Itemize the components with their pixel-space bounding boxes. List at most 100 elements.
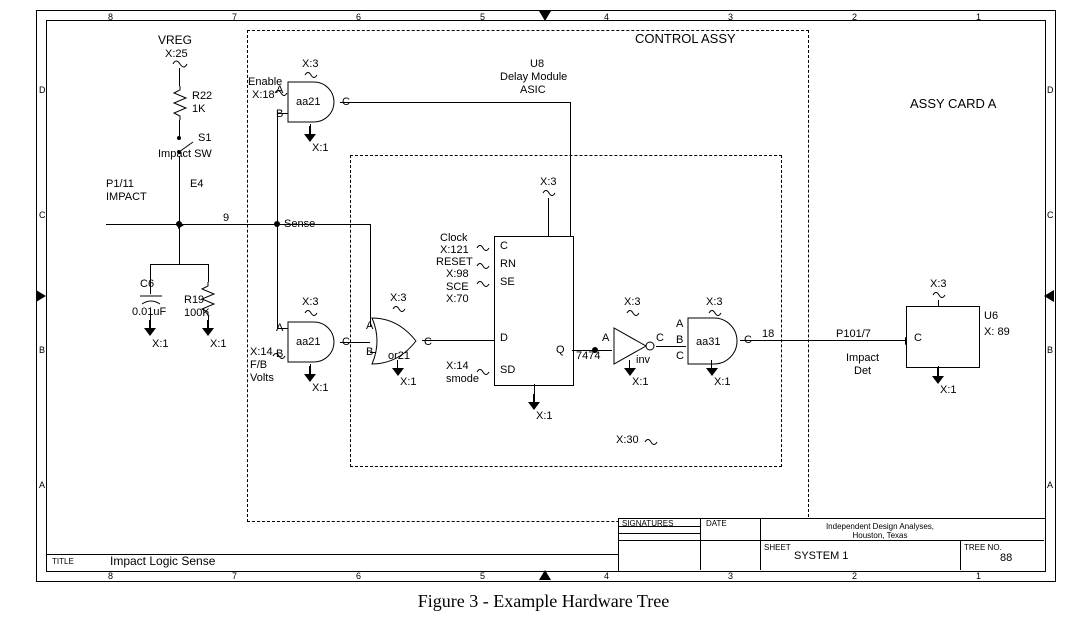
ff-clock-icon bbox=[476, 243, 490, 253]
marker-right bbox=[1044, 290, 1054, 302]
company: Independent Design Analyses, Houston, Te… bbox=[810, 522, 950, 540]
wire bbox=[182, 224, 277, 225]
wire bbox=[150, 308, 151, 328]
divider bbox=[618, 533, 700, 534]
title-lbl: TITLE bbox=[52, 557, 74, 566]
inv-a: A bbox=[602, 332, 609, 344]
impact-arrow bbox=[106, 224, 179, 225]
wire bbox=[422, 340, 494, 341]
wire-to-u6 bbox=[810, 340, 906, 341]
inv-name: inv bbox=[636, 354, 650, 366]
wire bbox=[548, 198, 549, 236]
ff-top-src-icon bbox=[542, 188, 556, 198]
ff-c: C bbox=[500, 240, 508, 252]
u6-x: X: 89 bbox=[984, 326, 1010, 338]
wire bbox=[208, 264, 209, 282]
u6-name: U6 bbox=[984, 310, 998, 322]
gate-mid-fb-icon bbox=[272, 351, 286, 361]
gate-mid-fbx: X:14 bbox=[250, 346, 273, 358]
gnd-r19 bbox=[202, 328, 214, 336]
p1017-label: P101/7 bbox=[836, 328, 871, 340]
control-assy-label: CONTROL ASSY bbox=[635, 33, 736, 45]
u6-src-icon bbox=[932, 290, 946, 300]
gate-aa21-top-name: aa21 bbox=[296, 96, 320, 108]
impact-det-1: Impact bbox=[846, 352, 879, 364]
gate-mid-fb2: Volts bbox=[250, 372, 274, 384]
wire bbox=[570, 187, 571, 236]
ruler-right-a: A bbox=[1047, 480, 1053, 491]
sheet-lbl: SHEET bbox=[764, 543, 791, 552]
wire bbox=[277, 224, 278, 328]
ruler-bot-4: 4 bbox=[604, 571, 609, 582]
ff-smode-icon bbox=[476, 367, 490, 377]
aa31-name: aa31 bbox=[696, 336, 720, 348]
or21-c: C bbox=[424, 336, 432, 348]
ff-q: Q bbox=[556, 344, 565, 356]
s1-name: S1 bbox=[198, 132, 211, 144]
ff-x30-icon bbox=[644, 437, 658, 447]
ruler-right-c: C bbox=[1047, 210, 1054, 221]
ruler-right-d: D bbox=[1047, 85, 1054, 96]
ff-clock: Clock bbox=[440, 232, 468, 244]
gnd-c6 bbox=[144, 328, 156, 336]
gate-top-x3: X:3 bbox=[302, 58, 319, 70]
treeno-val: 88 bbox=[1000, 552, 1012, 564]
title-text: Impact Logic Sense bbox=[110, 555, 215, 567]
or21-x1: X:1 bbox=[400, 376, 417, 388]
aa31-gnd bbox=[706, 368, 718, 376]
or21-x3: X:3 bbox=[390, 292, 407, 304]
enable-src-icon bbox=[274, 88, 288, 98]
r22-name: R22 bbox=[192, 90, 212, 102]
wire bbox=[570, 102, 571, 187]
wire bbox=[370, 224, 371, 326]
gate-top-src-icon bbox=[304, 70, 318, 80]
marker-left bbox=[36, 290, 46, 302]
ruler-top-2: 2 bbox=[852, 12, 857, 23]
s1-desc: Impact SW bbox=[158, 148, 212, 160]
p111-label: P1/11 bbox=[106, 178, 134, 190]
ff-se: SE bbox=[500, 276, 515, 288]
marker-bottom bbox=[539, 570, 551, 580]
u6-x1: X:1 bbox=[940, 384, 957, 396]
ruler-top-7: 7 bbox=[232, 12, 237, 23]
assy-card-label: ASSY CARD A bbox=[910, 98, 996, 110]
wire bbox=[310, 124, 311, 134]
wire bbox=[340, 342, 370, 343]
wire bbox=[370, 352, 376, 353]
gate-mid-gnd bbox=[304, 374, 316, 382]
enable-label: Enable bbox=[248, 76, 282, 88]
node9-label: 9 bbox=[223, 212, 229, 224]
gate-top-gnd bbox=[304, 134, 316, 142]
enable-x: X:18 bbox=[252, 89, 275, 101]
impact-label: IMPACT bbox=[106, 191, 147, 203]
marker-top bbox=[539, 11, 551, 21]
e4-label: E4 bbox=[190, 178, 203, 190]
wire bbox=[179, 224, 180, 264]
ff-x3: X:3 bbox=[540, 176, 557, 188]
r22-resistor bbox=[172, 86, 188, 125]
gate-mid-fb: F/B bbox=[250, 359, 267, 371]
ff-d: D bbox=[500, 332, 508, 344]
ruler-bot-3: 3 bbox=[728, 571, 733, 582]
u6-x3: X:3 bbox=[930, 278, 947, 290]
ff-sd: SD bbox=[500, 364, 515, 376]
inv-gnd bbox=[624, 368, 636, 376]
wire bbox=[277, 113, 278, 224]
ff-sce-x: X:70 bbox=[446, 293, 469, 305]
ruler-left-c: C bbox=[39, 210, 46, 221]
r22-val: 1K bbox=[192, 103, 205, 115]
ff-reset-x: X:98 bbox=[446, 268, 469, 280]
gate-mid-x1: X:1 bbox=[312, 382, 329, 394]
c6-name: C6 bbox=[140, 278, 154, 290]
ff-smode: smode bbox=[446, 373, 479, 385]
ruler-top-8: 8 bbox=[108, 12, 113, 23]
r19-val: 100K bbox=[184, 307, 210, 319]
aa31-src-icon bbox=[708, 308, 722, 318]
divider bbox=[760, 518, 761, 570]
divider bbox=[618, 540, 1044, 541]
ruler-top-5: 5 bbox=[480, 12, 485, 23]
wire bbox=[340, 102, 570, 103]
ff-rn: RN bbox=[500, 258, 516, 270]
or21-gnd bbox=[392, 368, 404, 376]
ruler-bot-8: 8 bbox=[108, 571, 113, 582]
